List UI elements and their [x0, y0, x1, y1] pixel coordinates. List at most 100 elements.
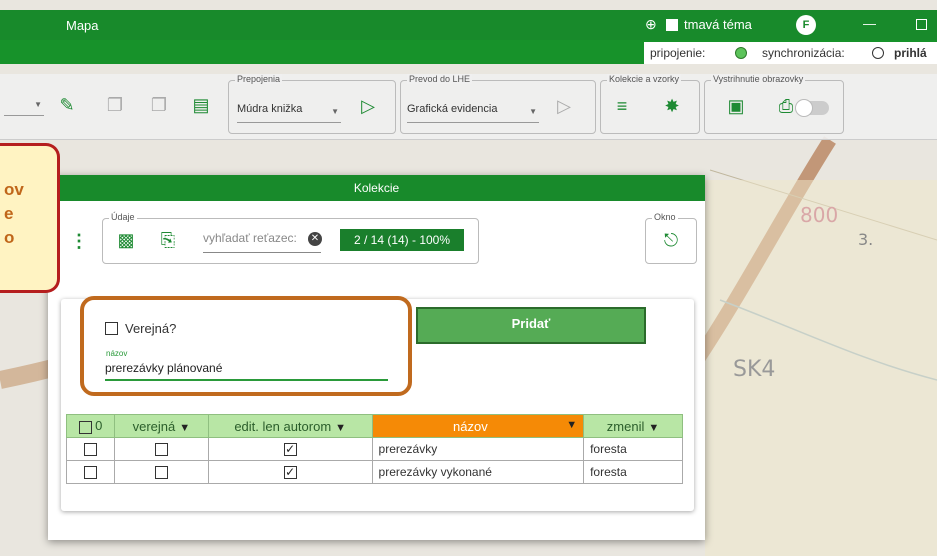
layers-icon[interactable]: ▤: [190, 94, 212, 116]
udaje-group: Údaje ▩ ⎘ vyhľadať reťazec: ✕ 2 / 14 (14…: [102, 212, 479, 264]
dialog-toolbar: ⋮ Údaje ▩ ⎘ vyhľadať reťazec: ✕ 2 / 14 (…: [48, 201, 705, 286]
column-name-label: názov: [453, 418, 488, 434]
prepojenia-select-value: Múdra knižka: [237, 103, 303, 115]
slide-frame: SK4 800 3. Mapa ⊕ tmavá téma F — pripoje…: [0, 0, 937, 556]
svg-text:3.: 3.: [858, 230, 873, 249]
screenshot-icon[interactable]: ▣: [725, 95, 747, 117]
search-input[interactable]: vyhľadať reťazec:: [203, 231, 321, 253]
svg-text:800: 800: [800, 203, 838, 227]
udaje-group-label: Údaje: [109, 212, 137, 222]
column-author-only[interactable]: edit. len autorom ▼: [207, 414, 373, 438]
status-bar: pripojenie: synchronizácia: prihlá: [644, 42, 937, 64]
record-counter: 2 / 14 (14) - 100%: [340, 229, 464, 251]
prevod-select-value: Grafická evidencia: [407, 103, 498, 115]
author-only-cell: ✓: [207, 437, 373, 461]
sync-label: synchronizácia:: [762, 46, 845, 60]
name-cell: prerezávky: [371, 437, 585, 461]
row-select-checkbox[interactable]: [83, 443, 97, 457]
exit-door-icon[interactable]: ⎋: [660, 229, 682, 251]
add-button[interactable]: Pridať: [416, 307, 646, 344]
select-all-header[interactable]: 0: [66, 414, 115, 438]
author-only-checkbox[interactable]: ✓: [283, 443, 297, 457]
prevod-select[interactable]: Grafická evidencia ▼: [407, 103, 539, 123]
column-changed-by[interactable]: zmenil ▼: [583, 414, 683, 438]
toggle-knob: [795, 99, 813, 117]
export-csv-icon[interactable]: ▩: [115, 229, 137, 251]
select-all-checkbox[interactable]: [78, 420, 92, 434]
print-icon[interactable]: ⎙: [775, 95, 797, 117]
author-only-checkbox[interactable]: ✓: [283, 466, 297, 480]
changed-by-cell: foresta: [583, 460, 683, 484]
table-row[interactable]: ✓ prerezávky foresta: [66, 437, 683, 461]
row-select-cell: [66, 437, 115, 461]
play-icon[interactable]: ▷: [357, 95, 379, 117]
main-toolbar: ▼ ✎ ❐ ❐ ▤ Prepojenia Múdra knižka ▼ ▷ Pr…: [0, 74, 937, 140]
highlight-frame: [80, 296, 412, 396]
chevron-down-icon: ▼: [331, 107, 339, 116]
chevron-down-icon: ▼: [529, 107, 537, 116]
okno-group-label: Okno: [652, 212, 678, 222]
collections-table: 0 verejná ▼ edit. len autorom ▼ názov ▼ zme…: [66, 414, 683, 484]
filter-icon[interactable]: ▼: [566, 419, 577, 431]
minimize-icon[interactable]: —: [863, 16, 876, 31]
app-window: SK4 800 3. Mapa ⊕ tmavá téma F — pripoje…: [0, 0, 937, 556]
more-icon[interactable]: ⋮: [70, 231, 88, 252]
duplicate-icon[interactable]: ❐: [148, 94, 170, 116]
name-cell: prerezávky vykonané: [371, 460, 585, 484]
public-cell: [113, 437, 209, 461]
column-changed-by-label: zmenil: [606, 418, 645, 434]
kolekcie-group: Kolekcie a vzorky ≡ ✸: [600, 74, 700, 134]
play-icon-disabled[interactable]: ▷: [553, 95, 575, 117]
column-author-only-label: edit. len autorom: [234, 418, 332, 434]
table-header-row: 0 verejná ▼ edit. len autorom ▼ názov ▼ zme…: [66, 414, 683, 438]
public-row-checkbox[interactable]: [154, 466, 168, 480]
vystrihnutie-group: Vystrihnutie obrazovky ▣ ⎙: [704, 74, 844, 134]
okno-group: Okno ⎋: [645, 212, 697, 264]
filter-icon[interactable]: ▼: [648, 422, 659, 434]
prepojenia-select[interactable]: Múdra knižka ▼: [237, 103, 341, 123]
connection-status-icon: [735, 47, 747, 59]
left-select[interactable]: ▼: [4, 96, 44, 116]
public-cell: [113, 460, 209, 484]
prepojenia-group-label: Prepojenia: [235, 74, 283, 84]
row-select-checkbox[interactable]: [83, 466, 97, 480]
dark-theme-checkbox[interactable]: [666, 19, 678, 31]
column-public[interactable]: verejná ▼: [113, 414, 209, 438]
selected-count: 0: [95, 418, 103, 434]
callout-text: ov e o: [4, 178, 24, 250]
author-only-cell: ✓: [207, 460, 373, 484]
screen-toggle[interactable]: [795, 99, 829, 117]
window-title: Mapa: [66, 18, 99, 33]
column-name[interactable]: názov ▼: [371, 414, 585, 438]
copy-icon[interactable]: ❐: [104, 94, 126, 116]
maximize-icon[interactable]: [916, 19, 927, 30]
filter-icon[interactable]: ▼: [335, 422, 346, 434]
chevron-down-icon: ▼: [34, 100, 42, 109]
clear-search-icon[interactable]: ✕: [308, 232, 322, 246]
edit-document-icon[interactable]: ✎: [56, 94, 78, 116]
vystrihnutie-group-label: Vystrihnutie obrazovky: [711, 74, 806, 84]
prevod-group-label: Prevod do LHE: [407, 74, 473, 84]
dark-theme-label: tmavá téma: [684, 17, 752, 32]
changed-by-cell: foresta: [583, 437, 683, 461]
title-bar: Mapa ⊕ tmavá téma F —: [0, 10, 937, 40]
export-pdf-icon[interactable]: ⎘: [157, 229, 179, 251]
svg-text:SK4: SK4: [733, 357, 775, 382]
samples-icon[interactable]: ✸: [661, 95, 683, 117]
connection-label: pripojenie:: [650, 46, 706, 60]
user-avatar[interactable]: F: [796, 15, 816, 35]
kolekcie-group-label: Kolekcie a vzorky: [607, 74, 682, 84]
row-select-cell: [66, 460, 115, 484]
column-public-label: verejná: [132, 418, 176, 434]
add-list-icon[interactable]: ≡: [611, 95, 633, 117]
dialog-title: Kolekcie: [48, 175, 705, 201]
prepojenia-group: Prepojenia Múdra knižka ▼ ▷: [228, 74, 396, 134]
login-link[interactable]: prihlá: [894, 46, 927, 60]
table-row[interactable]: ✓ prerezávky vykonané foresta: [66, 460, 683, 484]
prevod-group: Prevod do LHE Grafická evidencia ▼ ▷: [400, 74, 596, 134]
callout-line: o: [4, 228, 15, 247]
public-row-checkbox[interactable]: [154, 443, 168, 457]
sync-status-icon: [872, 47, 884, 59]
zoom-icon[interactable]: ⊕: [645, 16, 657, 33]
filter-icon[interactable]: ▼: [179, 422, 190, 434]
